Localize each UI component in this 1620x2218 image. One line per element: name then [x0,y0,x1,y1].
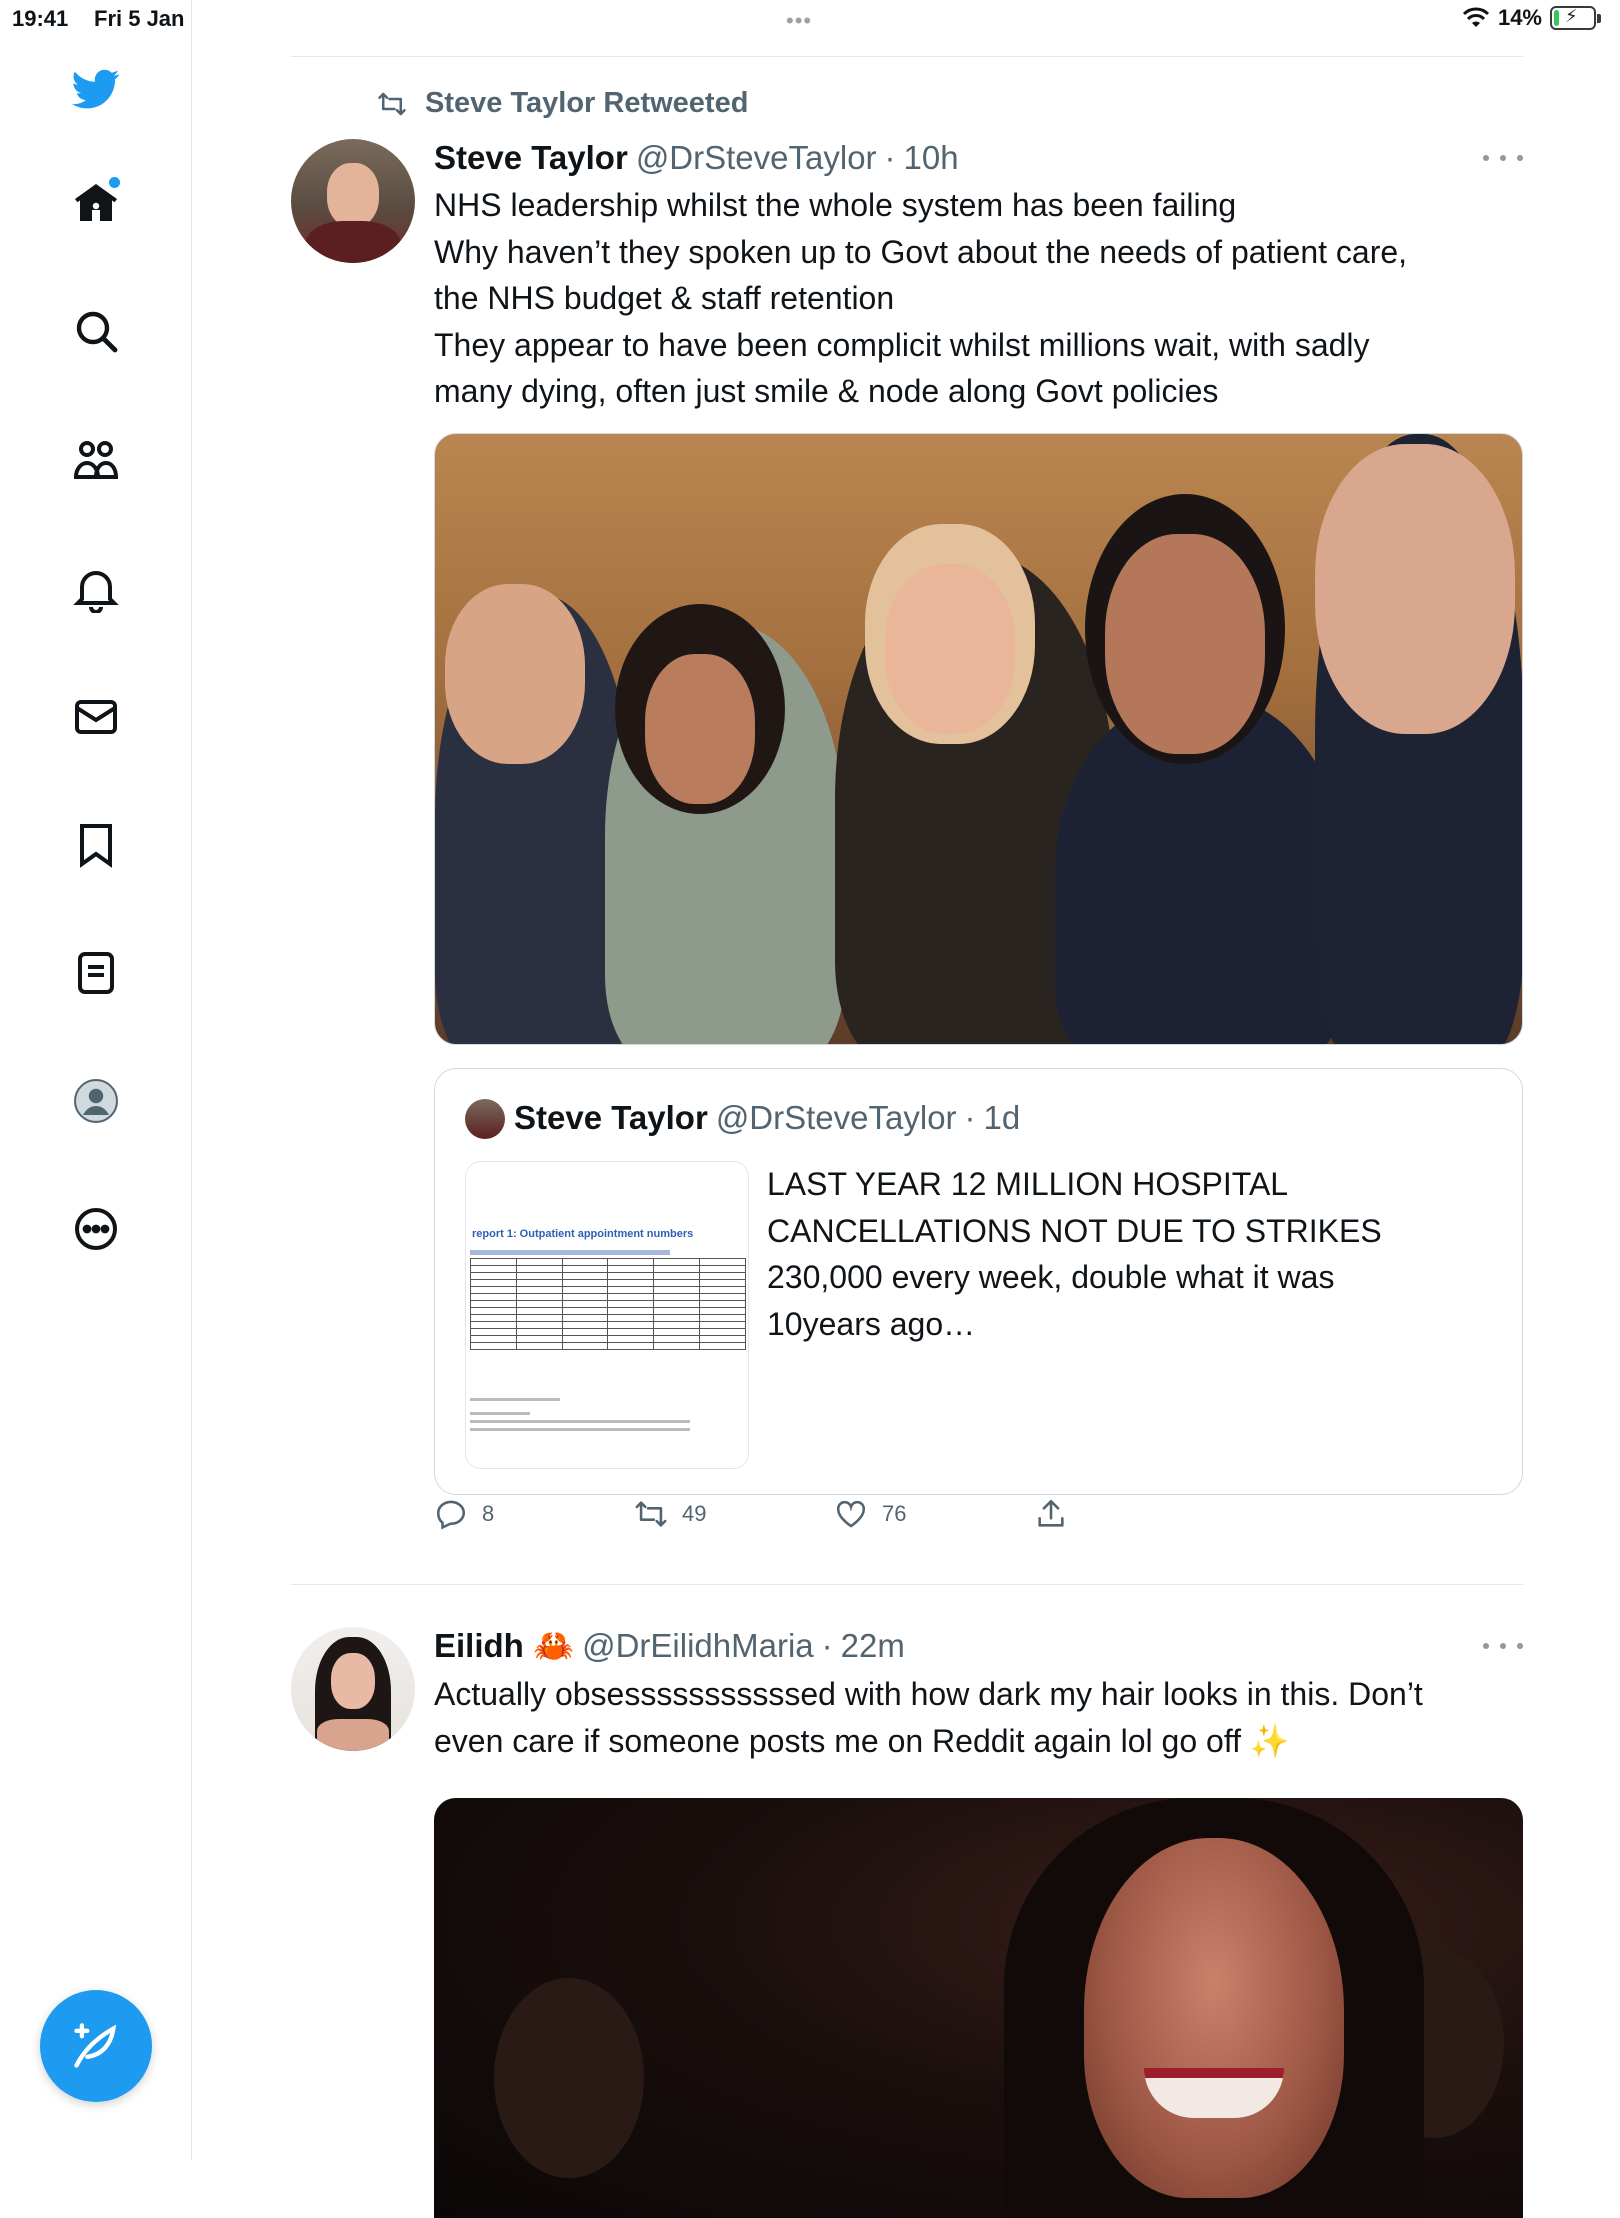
multitasking-dots-icon[interactable]: ••• [786,8,812,34]
battery-percent: 14% [1497,5,1542,30]
like-count: 76 [882,1501,907,1526]
retweet-context: Steve Taylor Retweeted [375,87,748,120]
profile-avatar-icon[interactable] [65,1070,127,1132]
tweet-header: Eilidh 🦀 @DrEilidhMaria · 22m [434,1627,905,1666]
tweet-text-line: many dying, often just smile & node alon… [434,373,1219,409]
bookmark-icon[interactable] [65,814,127,876]
like-button[interactable]: 76 [834,1497,906,1531]
tweet-text-line: Actually obsesssssssssssed with how dark… [434,1676,1423,1712]
compose-tweet-button[interactable] [40,1990,152,2102]
tweet-time[interactable]: 22m [841,1627,905,1665]
quoted-text-line: CANCELLATIONS NOT DUE TO STRIKES [767,1212,1382,1249]
wifi-icon [1462,7,1490,27]
thumbnail-note [470,1420,690,1423]
tweet-photo[interactable] [434,1798,1523,2218]
photo-background-person [494,1978,644,2178]
tweet-time[interactable]: 10h [904,139,959,177]
status-right: 14% ⚡ [1462,5,1601,31]
compose-feather-icon [74,2023,117,2068]
tweet-more-icon[interactable] [1483,155,1523,167]
quoted-tweet[interactable]: Steve Taylor @DrSteveTaylor · 1d report … [434,1068,1523,1495]
timeline: Steve Taylor Retweeted Steve Taylor @DrS… [291,56,1523,2218]
header-separator: · [964,1099,976,1136]
quoted-tweet-header: Steve Taylor @DrSteveTaylor · 1d [514,1099,1020,1137]
author-avatar[interactable] [291,139,415,263]
photo-face-shape [1315,444,1515,734]
retweet-icon [635,1501,667,1527]
lists-icon[interactable] [65,942,127,1004]
reply-icon [436,1500,466,1530]
avatar-face [331,1653,375,1709]
reply-count: 8 [482,1501,495,1526]
search-icon[interactable] [65,300,127,362]
thumbnail-table [470,1258,746,1350]
more-options-icon[interactable] [65,1198,127,1260]
author-name[interactable]: Eilidh 🦀 [434,1627,574,1666]
tweet-actions: 8 49 76 [434,1497,1134,1547]
thumbnail-title: report 1: Outpatient appointment numbers [472,1228,694,1240]
home-icon[interactable] [65,172,127,234]
share-button[interactable] [1034,1497,1068,1531]
quoted-author-handle: @DrSteveTaylor [715,1099,957,1136]
header-separator: · [821,1627,833,1664]
quoted-author-avatar [465,1099,505,1139]
communities-icon[interactable] [65,430,127,492]
tweet-header: Steve Taylor @DrSteveTaylor · 10h [434,139,959,177]
battery-fill [1554,10,1560,26]
tweet-text-line: Why haven’t they spoken up to Govt about… [434,233,1408,270]
photo-face-shape [1084,1838,1344,2198]
tweet-more-icon[interactable] [1483,1643,1523,1655]
retweeted-by-label[interactable]: Steve Taylor Retweeted [425,87,748,120]
avatar-body [317,1719,389,1751]
tweet[interactable]: Steve Taylor Retweeted Steve Taylor @DrS… [291,57,1523,1585]
header-separator: · [884,139,896,176]
twitter-bird-icon[interactable] [65,58,127,120]
tweet[interactable]: Eilidh 🦀 @DrEilidhMaria · 22m Actually o… [291,1585,1523,2218]
quoted-text-line: 10years ago… [767,1305,976,1342]
quoted-text-line: LAST YEAR 12 MILLION HOSPITAL [767,1166,1289,1202]
messages-envelope-icon[interactable] [65,686,127,748]
author-handle[interactable]: @DrSteveTaylor [636,139,877,177]
heart-icon [836,1500,866,1528]
charging-bolt-icon: ⚡ [1565,6,1578,26]
tweet-photo[interactable] [434,433,1523,1045]
quoted-tweet-thumbnail[interactable]: report 1: Outpatient appointment numbers [465,1161,749,1469]
tweet-text-line: even care if someone posts me on Reddit … [434,1722,1290,1759]
tweet-text: Actually obsesssssssssssed with how dark… [434,1671,1494,1764]
reply-button[interactable]: 8 [434,1497,494,1531]
thumbnail-note [470,1428,690,1431]
sidebar [0,0,192,2160]
share-icon [1038,1499,1064,1527]
thumbnail-subtitle-bar [470,1250,670,1255]
retweet-icon [378,92,406,115]
tweet-text-line: NHS leadership whilst the whole system h… [434,187,1237,223]
retweet-button[interactable]: 49 [634,1497,706,1531]
avatar-face [327,163,379,227]
quoted-text-line: 230,000 every week, double what it was [767,1259,1335,1295]
photo-face-shape [1105,534,1265,754]
author-handle[interactable]: @DrEilidhMaria [582,1627,814,1665]
notifications-bell-icon[interactable] [65,558,127,620]
battery-icon: ⚡ [1550,6,1601,30]
author-name[interactable]: Steve Taylor [434,139,628,177]
tweet-text: NHS leadership whilst the whole system h… [434,182,1494,415]
retweet-count: 49 [682,1501,707,1526]
quoted-author-name: Steve Taylor [514,1099,708,1136]
quoted-tweet-time: 1d [983,1099,1021,1136]
tweet-text-line: They appear to have been complicit whils… [434,326,1370,363]
thumbnail-note [470,1398,560,1401]
thumbnail-note [470,1412,530,1415]
avatar-body [305,221,401,263]
photo-face-shape [645,654,755,804]
photo-face-shape [445,584,585,764]
tweet-text-line: the NHS budget & staff retention [434,280,895,316]
author-avatar[interactable] [291,1627,415,1751]
status-bar: 19:41 Fri 5 Jan ••• 14% ⚡ [0,0,1620,40]
home-notification-dot [109,177,120,188]
photo-face-shape [885,564,1015,734]
quoted-tweet-text: LAST YEAR 12 MILLION HOSPITAL CANCELLATI… [767,1161,1487,1347]
